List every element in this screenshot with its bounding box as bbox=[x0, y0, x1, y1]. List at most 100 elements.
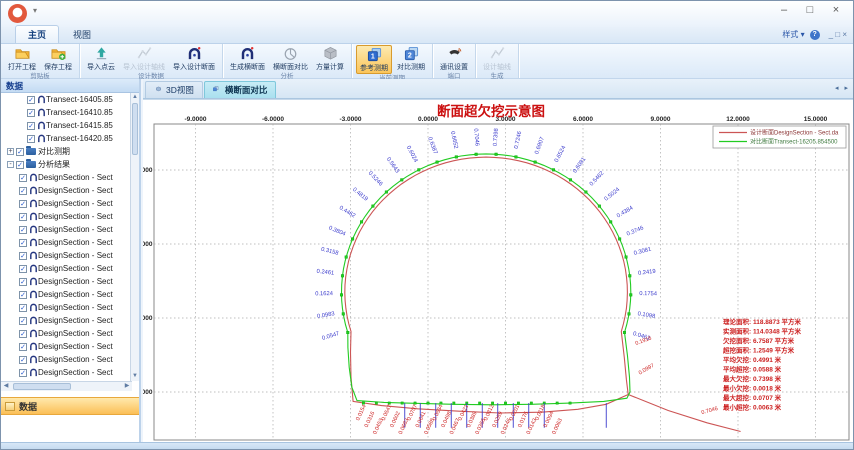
checkbox[interactable]: ✓ bbox=[19, 330, 27, 338]
svg-text:6.0000: 6.0000 bbox=[143, 241, 153, 248]
checkbox[interactable]: ✓ bbox=[19, 343, 27, 351]
scroll-left-icon[interactable]: ◀ bbox=[1, 382, 11, 391]
tree-expander-icon[interactable]: + bbox=[7, 148, 14, 155]
ribbon-mini-controls[interactable]: _ □ × bbox=[829, 30, 847, 39]
tree-item-design-section[interactable]: ✓DesignSection - Sect bbox=[1, 197, 130, 210]
checkbox[interactable]: ✓ bbox=[16, 161, 24, 169]
ribbon-button-polyline[interactable]: 导入设计轴线 bbox=[120, 45, 168, 72]
tree-item-design-section[interactable]: ✓DesignSection - Sect bbox=[1, 327, 130, 340]
checkbox[interactable]: ✓ bbox=[19, 226, 27, 234]
tree-item-design-section[interactable]: ✓DesignSection - Sect bbox=[1, 249, 130, 262]
view3d-icon bbox=[154, 86, 163, 95]
ribbon-toolbar: 打开工程保存工程剪贴板导入点云导入设计轴线导入设计断面设计数据生成横断面横断面对… bbox=[1, 44, 853, 79]
svg-text:0.5024: 0.5024 bbox=[604, 186, 622, 202]
ribbon-tab-视图[interactable]: 视图 bbox=[61, 26, 103, 43]
document-tab-bar: 3D视图横断面对比 ◂ ▸ bbox=[143, 79, 853, 99]
svg-text:0.3158: 0.3158 bbox=[320, 247, 339, 257]
ribbon-button-layers2[interactable]: 2对比测期 bbox=[394, 45, 428, 74]
maximize-button[interactable]: □ bbox=[797, 3, 823, 19]
tree-item-transect[interactable]: ✓Transect-16405.85 bbox=[1, 93, 130, 106]
tree-item-design-section[interactable]: ✓DesignSection - Sect bbox=[1, 301, 130, 314]
checkbox[interactable]: ✓ bbox=[19, 174, 27, 182]
checkbox[interactable]: ✓ bbox=[19, 291, 27, 299]
ribbon-button-phone[interactable]: 通讯设置 bbox=[437, 45, 471, 72]
ribbon-button-cube[interactable]: 方量计算 bbox=[313, 45, 347, 72]
svg-text:0.6081: 0.6081 bbox=[572, 156, 587, 174]
svg-text:最小超挖: 0.0063 米: 最小超挖: 0.0063 米 bbox=[723, 403, 782, 412]
ribbon-button-layers1[interactable]: 1参考测期 bbox=[356, 45, 392, 74]
tree-item-design-section[interactable]: ✓DesignSection - Sect bbox=[1, 275, 130, 288]
checkbox[interactable]: ✓ bbox=[19, 278, 27, 286]
ribbon-button-cloud-up[interactable]: 导入点云 bbox=[84, 45, 118, 72]
tree-folder-分析结果[interactable]: -✓分析结果 bbox=[1, 158, 130, 171]
layers1-icon: 1 bbox=[367, 47, 382, 62]
ribbon-button-tunnel[interactable]: 生成横断面 bbox=[227, 45, 268, 72]
quick-access-dropdown-icon[interactable]: ▾ bbox=[33, 6, 37, 15]
minimize-button[interactable]: – bbox=[771, 3, 797, 19]
section-icon bbox=[29, 303, 38, 312]
scroll-down-icon[interactable]: ▼ bbox=[131, 372, 139, 381]
checkbox[interactable]: ✓ bbox=[19, 317, 27, 325]
tree-item-design-section[interactable]: ✓DesignSection - Sect bbox=[1, 210, 130, 223]
checkbox[interactable]: ✓ bbox=[19, 265, 27, 273]
scroll-up-icon[interactable]: ▲ bbox=[131, 93, 139, 102]
checkbox[interactable]: ✓ bbox=[19, 369, 27, 377]
ribbon-button-save-folder[interactable]: 保存工程 bbox=[41, 45, 75, 72]
data-panel-tab[interactable]: 数据 bbox=[1, 397, 139, 415]
phone-icon bbox=[447, 46, 462, 61]
checkbox[interactable]: ✓ bbox=[16, 148, 24, 156]
svg-text:0.0547: 0.0547 bbox=[381, 404, 394, 422]
checkbox[interactable]: ✓ bbox=[19, 252, 27, 260]
help-icon[interactable]: ? bbox=[810, 30, 820, 40]
svg-text:0.0000: 0.0000 bbox=[418, 116, 438, 123]
checkbox[interactable]: ✓ bbox=[19, 213, 27, 221]
section-icon bbox=[29, 238, 38, 247]
ribbon-button-compass[interactable]: 横断面对比 bbox=[270, 45, 311, 72]
checkbox[interactable]: ✓ bbox=[19, 239, 27, 247]
ribbon-button-open-folder[interactable]: 打开工程 bbox=[5, 45, 39, 72]
tree-item-design-section[interactable]: ✓DesignSection - Sect bbox=[1, 288, 130, 301]
ribbon-button-tunnel[interactable]: 导入设计断面 bbox=[170, 45, 218, 72]
tree-item-design-section[interactable]: ✓DesignSection - Sect bbox=[1, 184, 130, 197]
section-icon bbox=[37, 134, 46, 143]
svg-text:0.0063: 0.0063 bbox=[551, 418, 564, 436]
tree-item-design-section[interactable]: ✓DesignSection - Sect bbox=[1, 314, 130, 327]
style-dropdown[interactable]: 样式 ▾ bbox=[782, 29, 804, 40]
app-logo-icon[interactable] bbox=[8, 4, 27, 23]
doc-tab-nav-arrows[interactable]: ◂ ▸ bbox=[835, 84, 850, 92]
checkbox[interactable]: ✓ bbox=[19, 356, 27, 364]
checkbox[interactable]: ✓ bbox=[19, 304, 27, 312]
close-button[interactable]: × bbox=[823, 3, 849, 19]
tree-expander-icon[interactable]: - bbox=[7, 161, 14, 168]
svg-text:0.0997: 0.0997 bbox=[638, 363, 656, 377]
ribbon-button-polyline[interactable]: 设计轴线 bbox=[480, 45, 514, 72]
checkbox[interactable]: ✓ bbox=[19, 200, 27, 208]
tree-item-transect[interactable]: ✓Transect-16410.85 bbox=[1, 106, 130, 119]
svg-text:0.1098: 0.1098 bbox=[637, 311, 655, 320]
tree-item-transect[interactable]: ✓Transect-16420.85 bbox=[1, 132, 130, 145]
tree-item-transect[interactable]: ✓Transect-16415.85 bbox=[1, 119, 130, 132]
checkbox[interactable]: ✓ bbox=[27, 109, 35, 117]
title-bar: ▾ –□× bbox=[1, 1, 853, 27]
doc-tab-横断面对比[interactable]: 横断面对比 bbox=[204, 81, 277, 98]
tree-item-design-section[interactable]: ✓DesignSection - Sect bbox=[1, 366, 130, 379]
cube-icon bbox=[323, 46, 338, 61]
tree-item-design-section[interactable]: ✓DesignSection - Sect bbox=[1, 236, 130, 249]
tree-vertical-scrollbar[interactable]: ▲ ▼ bbox=[130, 93, 139, 381]
checkbox[interactable]: ✓ bbox=[27, 135, 35, 143]
svg-text:0.7046: 0.7046 bbox=[472, 128, 479, 146]
tree-item-design-section[interactable]: ✓DesignSection - Sect bbox=[1, 262, 130, 275]
tree-item-design-section[interactable]: ✓DesignSection - Sect bbox=[1, 353, 130, 366]
checkbox[interactable]: ✓ bbox=[27, 122, 35, 130]
checkbox[interactable]: ✓ bbox=[19, 187, 27, 195]
scroll-right-icon[interactable]: ▶ bbox=[122, 382, 132, 391]
ribbon-tab-主页[interactable]: 主页 bbox=[15, 25, 59, 43]
tree-item-design-section[interactable]: ✓DesignSection - Sect bbox=[1, 223, 130, 236]
checkbox[interactable]: ✓ bbox=[27, 96, 35, 104]
doc-tab-3D视图[interactable]: 3D视图 bbox=[145, 81, 203, 98]
tree-item-design-section[interactable]: ✓DesignSection - Sect bbox=[1, 340, 130, 353]
tree-horizontal-scrollbar[interactable]: ◀ ▶ bbox=[1, 381, 132, 391]
tree-item-design-section[interactable]: ✓DesignSection - Sect bbox=[1, 171, 130, 184]
svg-text:0.6652: 0.6652 bbox=[449, 131, 459, 150]
tree-folder-对比测期[interactable]: +✓对比测期 bbox=[1, 145, 130, 158]
